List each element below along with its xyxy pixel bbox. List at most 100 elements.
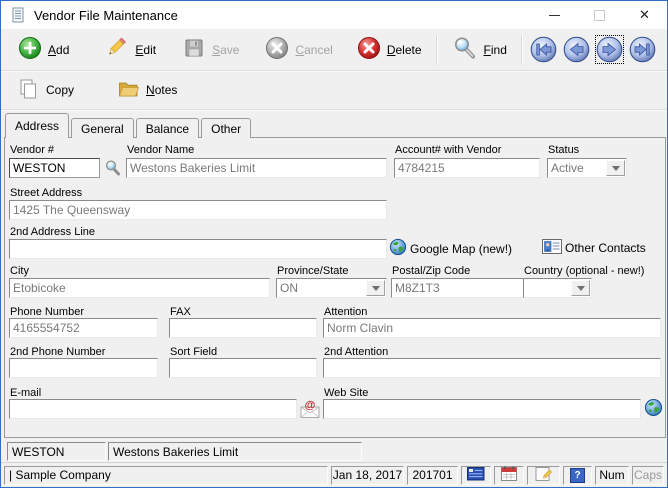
phone2-label: 2nd Phone Number: [10, 346, 105, 358]
app-document-icon: [10, 7, 26, 23]
country-dropdown-button[interactable]: [571, 280, 590, 296]
website-globe-icon[interactable]: [644, 398, 663, 417]
sort-field-input[interactable]: [169, 358, 317, 378]
copy-label: Copy: [46, 83, 74, 97]
other-contacts-button[interactable]: Other Contacts: [542, 238, 646, 258]
previous-record-icon: [563, 36, 590, 63]
maximize-icon: [594, 10, 605, 21]
help-panel[interactable]: ?: [563, 466, 592, 485]
find-button[interactable]: Find: [445, 32, 514, 67]
contacts-card-icon: [542, 238, 562, 258]
status-bar: | Sample Company Jan 18, 2017 201701: [1, 462, 667, 487]
website-input[interactable]: [323, 399, 641, 419]
edit-button[interactable]: Edit: [98, 33, 163, 66]
status-dropdown[interactable]: Active: [547, 158, 627, 178]
sort-field-label: Sort Field: [170, 346, 217, 358]
tab-strip: Address General Balance Other: [5, 113, 253, 138]
find-magnifier-icon: [452, 35, 478, 64]
email-input[interactable]: [9, 399, 297, 419]
last-record-icon: [629, 36, 656, 63]
date-panel: Jan 18, 2017: [331, 466, 404, 485]
phone-label: Phone Number: [10, 306, 84, 318]
window-title: Vendor File Maintenance: [34, 8, 178, 23]
maximize-button: [577, 1, 622, 29]
vendor-name-label: Vendor Name: [127, 144, 194, 156]
province-dropdown-button[interactable]: [366, 280, 385, 296]
fiscal-period: 201701: [412, 468, 452, 482]
attention-label: Attention: [324, 306, 367, 318]
delete-button[interactable]: Delete: [350, 33, 429, 66]
caps-lock-label: Caps: [634, 468, 662, 482]
email-envelope-icon[interactable]: @: [300, 399, 320, 419]
record-name: Westons Bakeries Limit: [113, 445, 238, 459]
tab-general[interactable]: General: [71, 118, 134, 138]
attention2-input[interactable]: [323, 358, 661, 378]
chevron-down-icon: [612, 166, 620, 171]
status-date: Jan 18, 2017: [333, 468, 402, 482]
phone-input[interactable]: [9, 318, 158, 338]
copy-button[interactable]: Copy: [9, 74, 81, 107]
num-lock-indicator: Num: [595, 466, 629, 485]
caps-lock-indicator: Caps: [632, 466, 664, 485]
address2-input[interactable]: [9, 239, 387, 259]
vendor-search-icon[interactable]: [104, 159, 122, 177]
postal-input[interactable]: [391, 278, 540, 298]
vendor-name-input[interactable]: [126, 158, 387, 178]
add-button[interactable]: Add: [11, 33, 76, 66]
account-input[interactable]: [394, 158, 540, 178]
main-toolbar: Add Edit Save: [1, 29, 667, 71]
province-value: ON: [280, 281, 298, 295]
first-record-button[interactable]: [530, 36, 557, 63]
num-lock-label: Num: [599, 468, 624, 482]
vendor-number-input[interactable]: [9, 158, 100, 178]
close-button[interactable]: ✕: [622, 1, 667, 29]
address2-label: 2nd Address Line: [10, 226, 95, 238]
province-dropdown[interactable]: ON: [276, 278, 387, 298]
tab-balance[interactable]: Balance: [136, 118, 199, 138]
attention-input[interactable]: [323, 318, 661, 338]
add-label: Add: [48, 43, 69, 57]
fax-input[interactable]: [169, 318, 317, 338]
postal-label: Postal/Zip Code: [392, 265, 470, 277]
save-label: Save: [212, 43, 239, 57]
notes-button[interactable]: Notes: [109, 74, 184, 107]
notes-folder-icon: [116, 77, 140, 104]
street-input[interactable]: [9, 200, 387, 220]
vendor-file-maintenance-window: Vendor File Maintenance ✕ Add: [0, 0, 668, 488]
status-label: Status: [548, 144, 579, 156]
period-panel: 201701: [407, 466, 458, 485]
calendar-panel[interactable]: [494, 466, 524, 485]
minimize-button[interactable]: [532, 1, 577, 29]
vendor-number-label: Vendor #: [10, 144, 54, 156]
close-icon: ✕: [639, 7, 650, 23]
svg-text:@: @: [305, 400, 316, 412]
status-dropdown-button[interactable]: [606, 160, 625, 176]
company-panel: | Sample Company: [4, 466, 328, 485]
other-contacts-label: Other Contacts: [565, 241, 646, 255]
record-name-box: Westons Bakeries Limit: [108, 442, 362, 461]
city-input[interactable]: [9, 278, 270, 298]
edit-note-icon: [535, 466, 553, 485]
account-label: Account# with Vendor: [395, 144, 501, 156]
first-record-icon: [530, 36, 557, 63]
edit-pencil-icon: [105, 36, 129, 63]
edit-note-panel[interactable]: [527, 466, 560, 485]
title-bar: Vendor File Maintenance ✕: [1, 1, 667, 29]
add-icon: [18, 36, 42, 63]
tab-other[interactable]: Other: [201, 118, 251, 138]
cancel-label: Cancel: [295, 43, 332, 57]
delete-x-icon: [357, 36, 381, 63]
company-data-panel[interactable]: [461, 466, 491, 485]
street-label: Street Address: [10, 187, 82, 199]
previous-record-button[interactable]: [563, 36, 590, 63]
country-dropdown[interactable]: [523, 278, 592, 298]
globe-icon: [389, 238, 407, 259]
toolbar-separator-2: [521, 35, 523, 65]
email-label: E-mail: [10, 387, 41, 399]
google-map-button[interactable]: Google Map (new!): [389, 238, 512, 259]
phone2-input[interactable]: [9, 358, 158, 378]
tab-address[interactable]: Address: [5, 113, 69, 138]
company-name: | Sample Company: [9, 468, 111, 482]
last-record-button[interactable]: [629, 36, 656, 63]
next-record-button[interactable]: [596, 36, 623, 63]
